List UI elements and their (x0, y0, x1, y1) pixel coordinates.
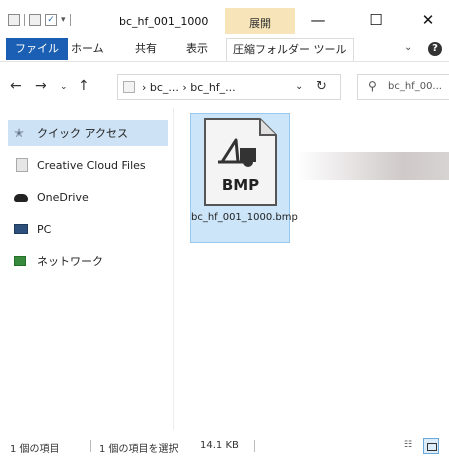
search-input[interactable]: bc_hf_00... (388, 81, 442, 92)
sidebar-item-network[interactable]: ネットワーク (8, 248, 168, 274)
selection-size: 14.1 KB (200, 440, 239, 451)
help-icon[interactable]: ? (428, 42, 442, 56)
decorative-gradient (297, 152, 449, 180)
properties-icon[interactable] (29, 14, 41, 26)
cloud-icon (14, 190, 30, 204)
back-arrow-icon[interactable]: ← (10, 78, 22, 94)
file-type-label: BMP (222, 176, 259, 194)
tab-home[interactable]: ホーム (65, 38, 110, 60)
creative-cloud-file-shape (16, 158, 28, 172)
monitor-shape (14, 224, 28, 234)
sidebar-item-creative-cloud[interactable]: Creative Cloud Files (8, 152, 168, 178)
tab-view[interactable]: 表示 (180, 38, 214, 60)
file-item[interactable]: BMP bc_hf_001_1000.bmp (190, 113, 298, 243)
sidebar-item-onedrive[interactable]: OneDrive (8, 184, 168, 210)
toolbar-divider (24, 14, 25, 26)
file-list-area[interactable]: BMP bc_hf_001_1000.bmp (175, 108, 449, 430)
sidebar-item-label: PC (37, 222, 52, 236)
recent-locations-chevron-icon[interactable]: ⌄ (60, 82, 68, 92)
item-count: 1 個の項目 (10, 444, 60, 455)
status-divider (90, 440, 91, 452)
up-arrow-icon[interactable]: ↑ (78, 78, 90, 94)
maximize-button[interactable]: ☐ (356, 8, 396, 32)
sidebar-item-label: Creative Cloud Files (37, 158, 146, 172)
minimize-button[interactable]: — (298, 8, 338, 32)
ribbon-expand-chevron-icon[interactable]: ⌄ (404, 42, 412, 53)
checkbox-icon[interactable]: ✓ (45, 14, 57, 26)
tab-file[interactable]: ファイル (6, 38, 68, 60)
search-icon: ⚲ (368, 79, 377, 93)
folder-icon[interactable] (8, 14, 20, 26)
file-name[interactable]: bc_hf_001_1000.bmp (191, 212, 298, 224)
ribbon-tabs: ファイル ホーム 共有 表示 圧縮フォルダー ツール ⌄ ? (0, 34, 449, 62)
sidebar-item-pc[interactable]: PC (8, 216, 168, 242)
search-box[interactable]: ⚲ bc_hf_00... (357, 74, 449, 100)
navigation-bar: ← → ⌄ ↑ › bc_... › bc_hf_... ⌄ ↻ ⚲ bc_hf… (0, 62, 449, 108)
sidebar-item-label: ネットワーク (37, 255, 103, 268)
title-bar: ✓ ▾ bc_hf_001_1000 展開 — ☐ ✕ (0, 0, 449, 34)
network-icon (14, 254, 30, 268)
refresh-icon[interactable]: ↻ (316, 79, 327, 94)
details-view-icon[interactable]: ☷ (404, 440, 418, 452)
pin-star-icon: ✭ (14, 126, 25, 140)
sidebar-item-label: クイック アクセス (37, 127, 128, 140)
folder-icon (123, 81, 135, 93)
customize-toolbar-chevron-icon[interactable]: ▾ (61, 15, 66, 25)
tab-share[interactable]: 共有 (129, 38, 163, 60)
context-tab-extract[interactable]: 展開 (225, 8, 295, 34)
computer-icon (14, 222, 30, 236)
sidebar-item-quick-access[interactable]: ✭ クイック アクセス (8, 120, 168, 146)
tab-compressed-folder-tools[interactable]: 圧縮フォルダー ツール (226, 38, 354, 61)
close-button[interactable]: ✕ (408, 8, 448, 32)
network-shape (14, 256, 26, 266)
status-divider (254, 440, 255, 452)
cloud-shape (14, 194, 28, 202)
window-title: bc_hf_001_1000 (119, 15, 209, 28)
breadcrumb[interactable]: › bc_... › bc_hf_... (142, 81, 236, 94)
forward-arrow-icon[interactable]: → (35, 78, 47, 94)
selection-info: 1 個の項目を選択 (99, 444, 179, 455)
large-icons-view-icon[interactable] (423, 438, 439, 454)
status-bar: 1 個の項目 1 個の項目を選択 14.1 KB ☷ (0, 430, 449, 460)
creative-cloud-icon (14, 158, 30, 172)
sidebar-item-label: OneDrive (37, 190, 89, 204)
navigation-pane: ✭ クイック アクセス Creative Cloud Files OneDriv… (0, 108, 174, 430)
toolbar-divider (69, 14, 71, 26)
quick-access-toolbar: ✓ ▾ (8, 14, 71, 26)
bmp-file-icon: BMP (204, 118, 277, 206)
